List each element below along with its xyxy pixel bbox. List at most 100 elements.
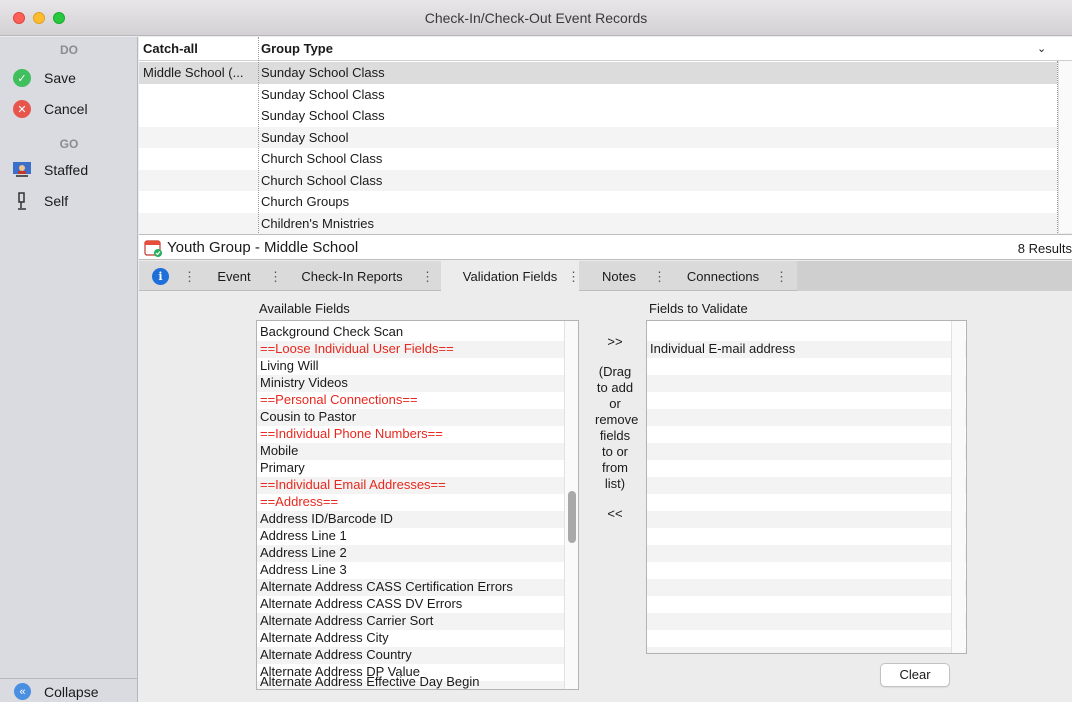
table-row[interactable]: Sunday School Class <box>139 105 1057 127</box>
available-fields-list[interactable]: Background Check Scan ==Loose Individual… <box>256 320 579 690</box>
info-icon[interactable]: i <box>152 268 169 285</box>
list-item-section-header[interactable]: ==Address== <box>260 493 338 510</box>
table-row[interactable]: Church School Class <box>139 148 1057 170</box>
drag-hint-line: from <box>602 460 628 475</box>
tab-check-in-reports-label: Check-In Reports <box>301 268 403 284</box>
fields-to-validate-scrollbar[interactable] <box>951 321 965 653</box>
add-field-button[interactable]: >> <box>595 334 635 350</box>
list-item[interactable]: Alternate Address CASS Certification Err… <box>260 578 513 595</box>
list-item[interactable]: Alternate Address Country <box>260 646 412 663</box>
available-fields-label: Available Fields <box>259 301 350 316</box>
list-item-section-header[interactable]: ==Individual Phone Numbers== <box>260 425 443 442</box>
checkmark-icon: ✓ <box>12 68 32 88</box>
group-type-cell: Children's Mnistries <box>261 215 375 231</box>
group-type-cell: Church Groups <box>261 194 350 209</box>
group-type-cell: Sunday School Class <box>261 65 385 80</box>
cancel-button[interactable]: ✕ Cancel <box>12 98 88 120</box>
drag-hint-line: fields <box>599 428 631 443</box>
group-grid: Catch-all Group Type ⌄ Middle School (..… <box>139 37 1072 234</box>
column-header-catch-all[interactable]: Catch-all <box>143 41 198 56</box>
record-bar: Youth Group - Middle School 8 Results <box>139 234 1072 260</box>
tab-bar-empty-area <box>797 261 1072 291</box>
available-fields-scrollbar[interactable] <box>564 321 578 689</box>
do-heading: DO <box>60 43 78 57</box>
list-item[interactable]: Primary <box>260 459 305 476</box>
fields-to-validate-label: Fields to Validate <box>649 301 748 316</box>
tab-notes[interactable]: Notes <box>587 261 651 291</box>
list-item-section-header[interactable]: ==Individual Email Addresses== <box>260 476 446 493</box>
tab-event[interactable]: Event <box>201 261 267 291</box>
remove-field-button[interactable]: << <box>595 506 635 522</box>
drag-hint-line: to add <box>596 380 634 395</box>
list-item[interactable]: Alternate Address Effective Day Begin <box>260 673 479 689</box>
save-label: Save <box>44 70 76 86</box>
tab-event-label: Event <box>217 268 251 284</box>
cancel-label: Cancel <box>44 101 88 117</box>
list-item[interactable]: Address ID/Barcode ID <box>260 510 393 527</box>
tab-bar: i ⋮ Event ⋮ Check-In Reports ⋮ Validatio… <box>139 261 1072 291</box>
row-stripe <box>647 409 966 426</box>
column-header-group-type[interactable]: Group Type <box>261 41 333 56</box>
row-stripe <box>647 477 966 494</box>
tab-menu-icon[interactable]: ⋮ <box>183 269 196 285</box>
tab-validation-fields-label: Validation Fields <box>462 268 558 284</box>
list-item[interactable]: Alternate Address Carrier Sort <box>260 612 433 629</box>
tab-menu-icon[interactable]: ⋮ <box>421 269 434 285</box>
row-stripe <box>647 375 966 392</box>
list-item[interactable]: Address Line 3 <box>260 561 347 578</box>
list-item[interactable]: Living Will <box>260 357 319 374</box>
group-type-cell: Sunday School Class <box>261 108 385 123</box>
table-row[interactable]: Church School Class <box>139 169 1057 191</box>
tab-menu-icon[interactable]: ⋮ <box>653 269 666 285</box>
collapse-button[interactable]: « Collapse <box>0 678 138 702</box>
scrollbar-thumb[interactable] <box>568 491 576 543</box>
table-row[interactable]: Children's Mnistries <box>139 212 1057 234</box>
drag-hint-line: to or <box>601 444 628 459</box>
row-stripe <box>647 443 966 460</box>
table-row[interactable]: Sunday School Class <box>139 84 1057 106</box>
drag-hint-line: (Drag <box>598 364 632 379</box>
row-stripe <box>647 613 966 630</box>
save-button[interactable]: ✓ Save <box>12 67 76 89</box>
tab-check-in-reports[interactable]: Check-In Reports <box>285 261 419 291</box>
list-item-section-header[interactable]: ==Loose Individual User Fields== <box>260 340 454 357</box>
list-item-section-header[interactable]: ==Personal Connections== <box>260 391 418 408</box>
table-row[interactable]: Church Groups <box>139 191 1057 213</box>
tab-menu-icon[interactable]: ⋮ <box>269 269 282 285</box>
list-item[interactable]: Individual E-mail address <box>650 340 795 357</box>
group-type-cell: Sunday School Class <box>261 86 385 102</box>
group-type-cell: Sunday School <box>261 129 349 145</box>
tab-menu-icon[interactable]: ⋮ <box>775 269 788 285</box>
self-button[interactable]: Self <box>12 190 68 212</box>
grid-header: Catch-all Group Type ⌄ <box>139 37 1072 61</box>
list-item[interactable]: Cousin to Pastor <box>260 408 356 425</box>
tab-menu-icon[interactable]: ⋮ <box>567 269 580 285</box>
clear-button[interactable]: Clear <box>880 663 950 687</box>
grid-scrollbar[interactable] <box>1058 61 1072 233</box>
drag-hint-line: remove <box>595 412 639 427</box>
list-item[interactable]: Ministry Videos <box>260 374 348 391</box>
table-row[interactable]: Sunday School <box>139 126 1057 148</box>
list-item[interactable]: Background Check Scan <box>260 323 403 340</box>
tab-validation-fields[interactable]: Validation Fields <box>441 261 579 291</box>
record-title: Youth Group - Middle School <box>167 239 359 256</box>
fields-to-validate-list[interactable]: Individual E-mail address <box>646 320 967 654</box>
list-item[interactable]: Address Line 1 <box>260 527 347 544</box>
list-item[interactable]: Alternate Address City <box>260 629 389 646</box>
results-count: 8 Results <box>1017 241 1072 256</box>
group-type-cell: Church School Class <box>261 151 383 166</box>
list-item[interactable]: Mobile <box>260 442 298 459</box>
chevron-down-icon[interactable]: ⌄ <box>1037 42 1046 55</box>
catch-all-cell: Middle School (... <box>143 65 244 80</box>
sidebar: DO ✓ Save ✕ Cancel GO Staffed Self « Col… <box>0 37 138 702</box>
presenter-icon <box>12 160 32 180</box>
staffed-label: Staffed <box>44 162 89 178</box>
staffed-button[interactable]: Staffed <box>12 159 88 181</box>
tab-notes-label: Notes <box>602 268 636 284</box>
row-stripe <box>647 545 966 562</box>
table-row[interactable]: Middle School (... Sunday School Class <box>139 62 1057 84</box>
column-divider[interactable] <box>258 37 259 233</box>
list-item[interactable]: Address Line 2 <box>260 544 347 561</box>
list-item[interactable]: Alternate Address CASS DV Errors <box>260 595 462 612</box>
tab-connections[interactable]: Connections <box>673 261 773 291</box>
